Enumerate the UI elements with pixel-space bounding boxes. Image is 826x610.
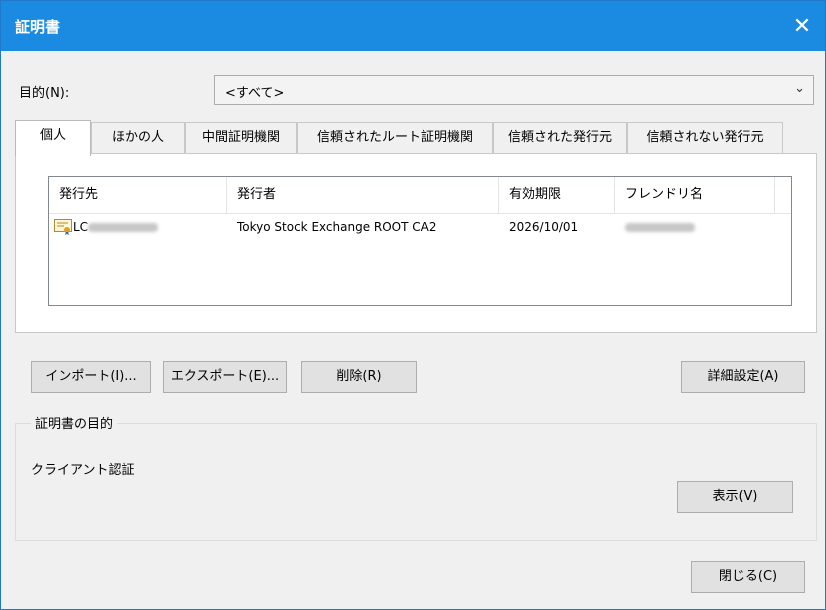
- advanced-button[interactable]: 詳細設定(A): [681, 361, 805, 393]
- tab-trusted-publishers[interactable]: 信頼された発行元: [493, 122, 627, 154]
- export-button[interactable]: エクスポート(E)...: [163, 361, 287, 393]
- purpose-selected-value: <すべて>: [225, 86, 285, 101]
- certificate-purposes-label: 証明書の目的: [31, 413, 118, 432]
- title-bar: 証明書 ✕: [1, 1, 825, 51]
- friendly-name-cell: [615, 215, 775, 239]
- certificates-dialog: 証明書 ✕ 目的(N): <すべて> ⌄ 個人 ほかの人 中間証明機関 信頼され…: [0, 0, 826, 610]
- expiration-cell: 2026/10/01: [509, 220, 579, 234]
- tab-intermediate-ca[interactable]: 中間証明機関: [185, 122, 297, 154]
- store-tabs: 個人 ほかの人 中間証明機関 信頼されたルート証明機関 信頼された発行元 信頼さ…: [15, 120, 815, 156]
- certificate-purpose-value: クライアント認証: [31, 463, 135, 478]
- view-button[interactable]: 表示(V): [677, 481, 793, 513]
- close-window-button[interactable]: ✕: [779, 1, 825, 51]
- close-button[interactable]: 閉じる(C): [691, 561, 805, 593]
- redacted-text: [625, 223, 695, 232]
- column-friendly-name[interactable]: フレンドリ名: [615, 177, 775, 213]
- chevron-down-icon: ⌄: [794, 81, 805, 96]
- redacted-text: [88, 223, 159, 232]
- list-header: 発行先 発行者 有効期限 フレンドリ名: [49, 177, 791, 214]
- column-issued-by[interactable]: 発行者: [227, 177, 499, 213]
- tab-personal[interactable]: 個人: [15, 120, 91, 156]
- column-issued-to[interactable]: 発行先: [49, 177, 227, 213]
- purpose-label: 目的(N):: [19, 86, 70, 101]
- issued-by-cell: Tokyo Stock Exchange ROOT CA2: [237, 220, 437, 234]
- column-expiration[interactable]: 有効期限: [499, 177, 615, 213]
- tab-untrusted-publishers[interactable]: 信頼されない発行元: [627, 122, 783, 154]
- tab-trusted-root-ca[interactable]: 信頼されたルート証明機関: [297, 122, 493, 154]
- tab-panel: 発行先 発行者 有効期限 フレンドリ名 LC Tokyo Stock Excha…: [15, 153, 817, 333]
- issued-to-value: LC: [73, 220, 89, 234]
- remove-button[interactable]: 削除(R): [301, 361, 417, 393]
- issued-to-cell: LC: [63, 215, 227, 239]
- import-button[interactable]: インポート(I)...: [31, 361, 151, 393]
- certificate-list[interactable]: 発行先 発行者 有効期限 フレンドリ名 LC Tokyo Stock Excha…: [48, 176, 792, 306]
- window-title: 証明書: [15, 18, 61, 36]
- table-row[interactable]: LC Tokyo Stock Exchange ROOT CA2 2026/10…: [49, 215, 791, 239]
- purpose-dropdown[interactable]: <すべて> ⌄: [214, 75, 814, 105]
- tab-other-people[interactable]: ほかの人: [91, 122, 185, 154]
